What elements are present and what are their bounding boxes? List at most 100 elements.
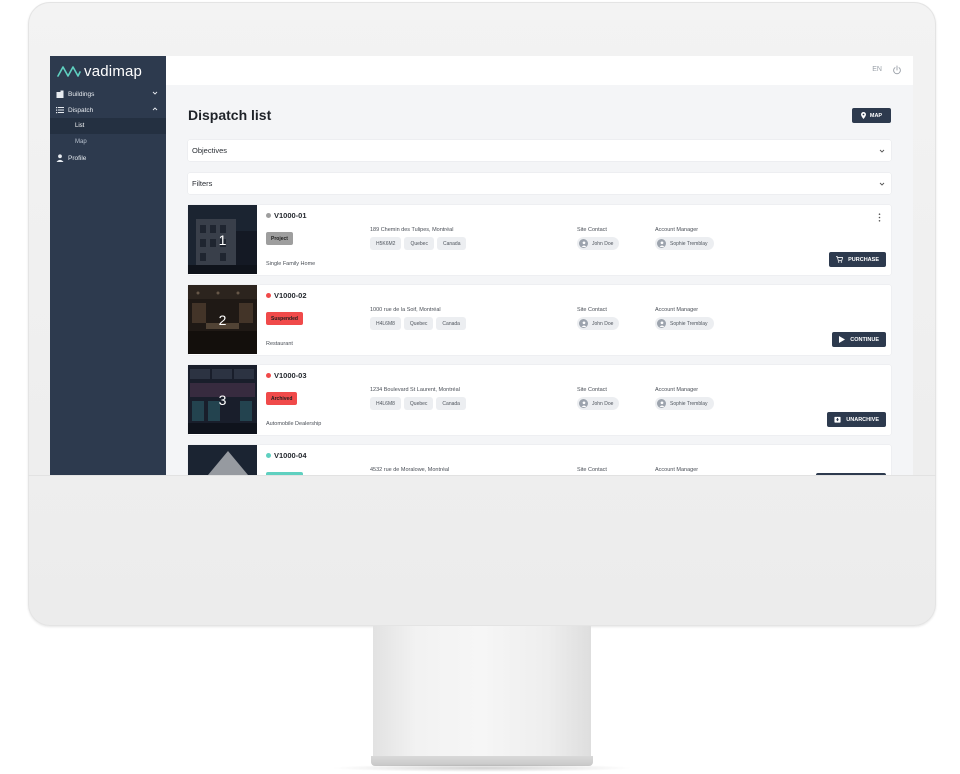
chevron-down-icon (879, 182, 885, 186)
filters-label: Filters (192, 179, 213, 188)
top-bar: EN (166, 56, 913, 85)
purchase-button-label: PURCHASE (848, 256, 879, 263)
card-id[interactable]: V1000-03 (266, 371, 307, 380)
site-contact-label: Site Contact (577, 307, 607, 313)
avatar (579, 239, 588, 248)
site-contact-chip[interactable]: John Doe (577, 317, 620, 330)
site-contact-name: John Doe (592, 240, 614, 247)
status-dot (266, 293, 271, 298)
building-thumbnail: 2 (188, 285, 257, 354)
chevron-up-icon (152, 107, 158, 111)
account-manager-label: Account Manager (655, 227, 699, 233)
list-icon (56, 106, 64, 114)
status-dot (266, 213, 271, 218)
power-icon[interactable] (892, 65, 902, 75)
site-contact-label: Site Contact (577, 467, 607, 473)
country-chip: Canada (436, 397, 466, 410)
screen-bottom-edge (28, 475, 936, 476)
province-chip: Quebec (403, 397, 434, 410)
sidebar-item-dispatch[interactable]: Dispatch (50, 102, 166, 118)
brand-logo[interactable]: vadimap (57, 62, 142, 80)
sidebar-item-label: Dispatch (68, 106, 94, 114)
sidebar: vadimap Buildings Dispatch List Map Prof… (50, 56, 166, 475)
avatar (579, 399, 588, 408)
continue-button-label: CONTINUE (850, 336, 879, 343)
sidebar-subitem-map[interactable]: Map (50, 134, 166, 150)
dispatch-card[interactable]: 3 V1000-03 Archived Automobile Dealershi… (188, 365, 891, 435)
sidebar-item-buildings[interactable]: Buildings (50, 86, 166, 102)
building-photo (188, 445, 257, 475)
dispatch-card[interactable]: 4 V1000-04 4532 rue de Moralowe, Montréa… (188, 445, 891, 475)
card-id-text: V1000-02 (274, 291, 307, 300)
account-manager-chip[interactable]: Sophie Tremblay (655, 237, 714, 250)
map-button[interactable]: MAP (852, 108, 891, 123)
archive-icon (834, 416, 841, 423)
avatar (657, 399, 666, 408)
continue-button[interactable]: CONTINUE (832, 332, 886, 347)
avatar (657, 319, 666, 328)
wave-logo-icon (57, 66, 81, 77)
unarchive-button-label: UNARCHIVE (846, 416, 879, 423)
site-contact-chip[interactable]: John Doe (577, 237, 620, 250)
account-manager-label: Account Manager (655, 387, 699, 393)
status-badge (266, 472, 303, 475)
brand-name: vadimap (84, 62, 143, 80)
country-chip: Canada (436, 317, 466, 330)
card-id-text: V1000-04 (274, 451, 307, 460)
postal-code-chip: H4L6M8 (370, 317, 401, 330)
card-number: 4 (219, 472, 227, 476)
sidebar-item-profile[interactable]: Profile (50, 150, 166, 166)
account-manager-chip[interactable]: Sophie Tremblay (655, 397, 714, 410)
filters-accordion[interactable]: Filters (188, 173, 891, 194)
account-manager-label: Account Manager (655, 467, 699, 473)
building-type: Restaurant (266, 341, 293, 347)
postal-code-chip: H5K6M2 (370, 237, 402, 250)
site-contact-label: Site Contact (577, 387, 607, 393)
monitor-stand (373, 626, 591, 758)
address: 1234 Boulevard St Laurent, Montréal (370, 387, 460, 393)
building-thumbnail: 1 (188, 205, 257, 274)
card-id[interactable]: V1000-01 (266, 211, 307, 220)
status-dot (266, 453, 271, 458)
site-contact-chip[interactable]: John Doe (577, 397, 620, 410)
location-pin-icon (860, 112, 866, 119)
map-button-label: MAP (869, 112, 883, 119)
status-dot (266, 373, 271, 378)
play-icon (839, 336, 846, 343)
objectives-accordion[interactable]: Objectives (188, 140, 891, 161)
card-number: 2 (218, 311, 227, 328)
purchase-button[interactable]: PURCHASE (829, 252, 886, 267)
avatar (657, 239, 666, 248)
building-type: Automobile Dealership (266, 421, 322, 427)
site-contact-label: Site Contact (577, 227, 607, 233)
app-screen: vadimap Buildings Dispatch List Map Prof… (50, 56, 913, 475)
card-number: 1 (218, 231, 227, 248)
building-thumbnail: 4 (188, 445, 257, 475)
unarchive-button[interactable]: UNARCHIVE (827, 412, 886, 427)
card-id[interactable]: V1000-04 (266, 451, 307, 460)
chevron-down-icon (152, 91, 158, 95)
sidebar-item-label: Profile (68, 154, 87, 162)
account-manager-label: Account Manager (655, 307, 699, 313)
site-contact-name: John Doe (592, 320, 614, 327)
postal-code-chip: H4L6M8 (370, 397, 401, 410)
dispatch-card[interactable]: 1 V1000-01 Project Single Family Home 18… (188, 205, 891, 275)
address-chips: H4L6M8 Quebec Canada (370, 317, 466, 330)
more-options-icon[interactable] (878, 213, 881, 222)
language-selector[interactable]: EN (872, 66, 882, 73)
page-title: Dispatch list (188, 107, 272, 123)
card-id-text: V1000-03 (274, 371, 307, 380)
account-manager-chip[interactable]: Sophie Tremblay (655, 317, 714, 330)
card-action-button[interactable] (816, 473, 886, 475)
address: 4532 rue de Moralowe, Montréal (370, 467, 450, 473)
sidebar-subitem-list[interactable]: List (50, 118, 166, 134)
dispatch-card[interactable]: 2 V1000-02 Suspended Restaurant 1000 rue… (188, 285, 891, 355)
province-chip: Quebec (403, 317, 434, 330)
status-badge: Archived (266, 392, 298, 405)
status-badge: Suspended (266, 312, 303, 325)
country-chip: Canada (436, 237, 467, 250)
stand-shadow (330, 764, 634, 772)
card-id[interactable]: V1000-02 (266, 291, 307, 300)
account-manager-name: Sophie Tremblay (670, 400, 708, 407)
card-number: 3 (218, 391, 227, 408)
